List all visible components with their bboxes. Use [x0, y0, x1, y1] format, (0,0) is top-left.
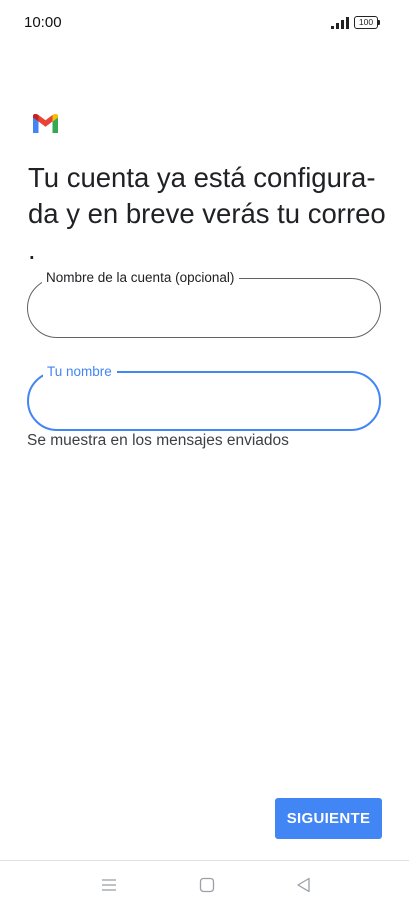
- navigation-bar: [0, 861, 409, 910]
- status-bar: 10:00 100: [0, 0, 409, 48]
- your-name-helper-text: Se muestra en los mensajes enviados: [27, 432, 289, 449]
- page-title: Tu cuenta ya está configura- da y en bre…: [28, 162, 386, 265]
- account-name-field[interactable]: Nombre de la cuenta (opcional): [27, 269, 381, 338]
- status-time: 10:00: [24, 14, 62, 31]
- your-name-label: Tu nombre: [43, 363, 117, 381]
- back-icon[interactable]: [294, 875, 314, 895]
- home-icon[interactable]: [197, 875, 217, 895]
- gmail-logo-icon: [33, 114, 58, 133]
- setup-screen: 10:00 100 Tu cuenta ya está configura- d…: [0, 0, 409, 910]
- account-name-input[interactable]: [48, 291, 358, 323]
- your-name-field[interactable]: Tu nombre: [27, 363, 381, 431]
- your-name-input[interactable]: [49, 385, 359, 417]
- account-name-label: Nombre de la cuenta (opcional): [42, 269, 240, 287]
- signal-icon: [331, 17, 349, 29]
- menu-icon[interactable]: [99, 875, 119, 895]
- battery-icon: 100: [354, 16, 380, 29]
- next-button[interactable]: SIGUIENTE: [275, 798, 382, 839]
